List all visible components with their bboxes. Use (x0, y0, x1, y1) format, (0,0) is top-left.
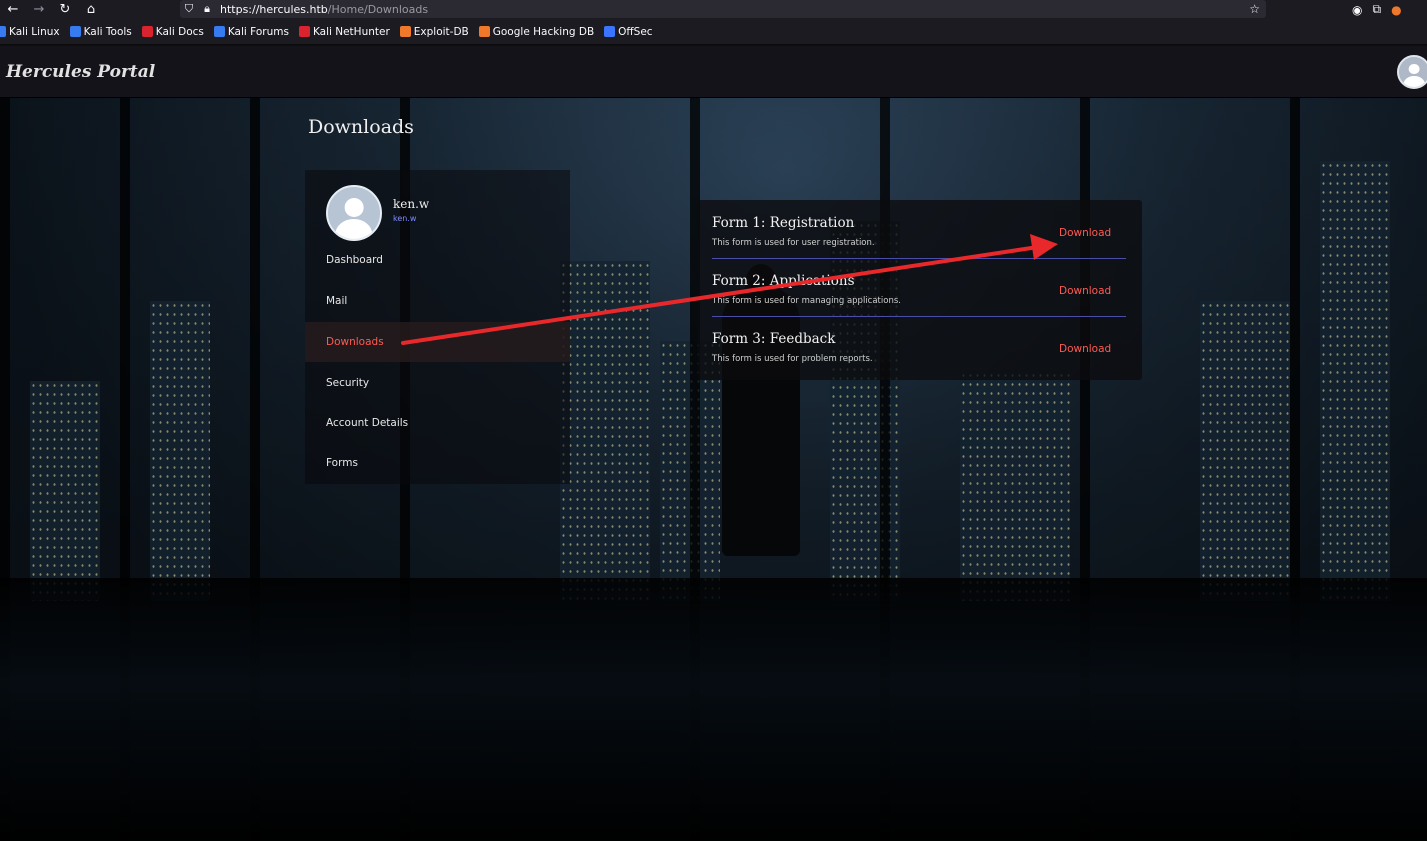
form-description: This form is used for problem reports. (712, 354, 873, 364)
sidebar-item-label: Dashboard (326, 254, 383, 266)
bookmark-favicon-icon (298, 26, 310, 37)
form-title: Form 2: Applications (712, 273, 855, 289)
pocket-icon[interactable]: ◉ (1352, 3, 1362, 17)
sidebar-item-security[interactable]: Security (305, 363, 570, 403)
forward-icon[interactable]: → (26, 0, 52, 19)
bookmark-label: Kali Forums (227, 25, 289, 38)
toolbar-actions: ◉ ⧉ ● (1352, 0, 1402, 19)
download-button[interactable]: Download (1059, 227, 1111, 239)
site-header: Hercules Portal (0, 46, 1427, 98)
form-row: Form 1: Registration This form is used fo… (712, 201, 1126, 259)
sidebar-item-label: Mail (326, 295, 348, 307)
bookmark-favicon-icon (478, 26, 490, 37)
back-icon[interactable]: ← (0, 0, 26, 19)
profile-avatar-icon[interactable] (326, 185, 382, 241)
bookmark-item[interactable]: Kali NetHunter (298, 25, 390, 38)
sidebar-item-dashboard[interactable]: Dashboard (305, 240, 570, 280)
bookmark-label: Kali NetHunter (312, 25, 390, 38)
bookmark-favicon-icon (141, 26, 153, 37)
bookmark-item[interactable]: Kali Docs (141, 25, 204, 38)
bookmark-label: Kali Tools (83, 25, 132, 38)
profile-icon[interactable]: ● (1391, 3, 1401, 17)
form-row: Form 2: Applications This form is used fo… (712, 259, 1126, 317)
download-button[interactable]: Download (1059, 343, 1111, 355)
sidebar-item-forms[interactable]: Forms (305, 443, 570, 483)
shield-icon[interactable]: ⛉ (180, 0, 198, 18)
bookmarks-bar: Kali Linux Kali Tools Kali Docs Kali Forums… (0, 19, 1427, 45)
bookmark-item[interactable]: Exploit-DB (399, 25, 469, 38)
bookmark-item[interactable]: Kali Forums (213, 25, 289, 38)
bookmark-favicon-icon (399, 26, 411, 37)
sidebar-item-label: Security (326, 377, 370, 389)
url-path: /Home/Downloads (327, 2, 429, 16)
bookmark-label: Kali Docs (155, 25, 204, 38)
page-title: Downloads (308, 116, 414, 138)
sidebar-item-label: Account Details (326, 417, 409, 429)
url-host: https://hercules.htb (220, 2, 328, 16)
bookmark-star-icon[interactable]: ☆ (1249, 0, 1260, 18)
sidebar-item-mail[interactable]: Mail (305, 281, 570, 321)
extensions-icon[interactable]: ⧉ (1372, 2, 1381, 17)
form-title: Form 3: Feedback (712, 331, 836, 347)
bookmark-favicon-icon (604, 26, 616, 37)
home-icon[interactable]: ⌂ (78, 0, 104, 19)
lock-icon[interactable]: 🔒︎ (198, 0, 216, 18)
address-bar[interactable]: ⛉ 🔒︎ https://hercules.htb/Home/Downloads… (180, 0, 1266, 18)
url-text[interactable]: https://hercules.htb/Home/Downloads (220, 3, 428, 16)
user-handle-link[interactable]: ken.w (393, 214, 416, 223)
form-description: This form is used for user registration. (712, 238, 875, 248)
sidebar-item-label: Forms (326, 457, 358, 469)
bookmark-favicon-icon (213, 26, 225, 37)
reload-icon[interactable]: ↻ (52, 0, 78, 19)
form-title: Form 1: Registration (712, 215, 855, 231)
bookmark-label: OffSec (618, 25, 653, 38)
user-avatar-icon[interactable] (1397, 55, 1427, 89)
browser-toolbar: ← → ↻ ⌂ ⛉ 🔒︎ https://hercules.htb/Home/D… (0, 0, 1427, 19)
bookmark-favicon-icon (0, 26, 6, 37)
site-title[interactable]: Hercules Portal (6, 62, 155, 82)
bookmark-favicon-icon (69, 26, 81, 37)
bookmark-label: Exploit-DB (413, 25, 469, 38)
bookmark-item[interactable]: OffSec (604, 25, 653, 38)
download-button[interactable]: Download (1059, 285, 1111, 297)
bookmark-label: Kali Linux (9, 25, 60, 38)
sidebar-item-label: Downloads (326, 336, 384, 348)
form-row: Form 3: Feedback This form is used for pr… (712, 317, 1126, 375)
form-description: This form is used for managing applicati… (712, 296, 901, 306)
sidebar-item-account-details[interactable]: Account Details (305, 403, 570, 443)
user-name: ken.w (393, 197, 430, 211)
bookmark-item[interactable]: Google Hacking DB (478, 25, 595, 38)
bookmark-item[interactable]: Kali Linux (0, 26, 60, 38)
sidebar-item-downloads[interactable]: Downloads (305, 322, 570, 362)
bookmark-label: Google Hacking DB (492, 25, 595, 38)
bookmark-item[interactable]: Kali Tools (69, 25, 132, 38)
